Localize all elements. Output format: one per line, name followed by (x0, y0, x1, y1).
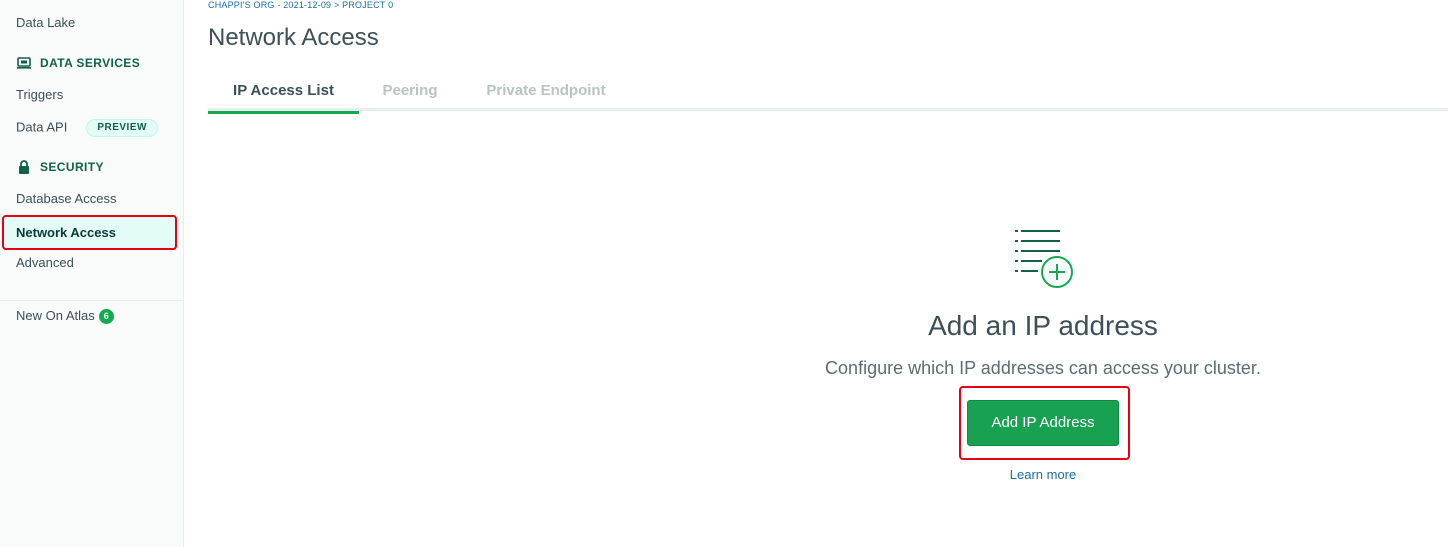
tab-bar: IP Access List Peering Private Endpoint (208, 79, 1448, 114)
lock-icon (16, 159, 32, 175)
tab-private-endpoint[interactable]: Private Endpoint (476, 79, 616, 111)
section-security: SECURITY (16, 159, 104, 175)
section-label: SECURITY (40, 160, 104, 174)
sidebar-divider (0, 300, 183, 301)
data-services-icon (16, 55, 32, 71)
add-ip-address-button[interactable]: Add IP Address (967, 400, 1119, 446)
sidebar-item-label: New On Atlas (16, 308, 95, 323)
breadcrumb[interactable]: CHAPPI'S ORG - 2021-12-09 > PROJECT 0 (208, 0, 393, 11)
section-label: DATA SERVICES (40, 56, 141, 70)
sidebar-item-data-api[interactable]: Data API PREVIEW (16, 119, 158, 137)
sidebar-item-advanced[interactable]: Advanced (16, 255, 74, 271)
section-data-services: DATA SERVICES (16, 55, 140, 71)
sidebar-item-new-on-atlas[interactable]: New On Atlas 6 (16, 308, 114, 324)
empty-state-title: Add an IP address (928, 310, 1158, 341)
sidebar-item-triggers[interactable]: Triggers (16, 87, 63, 103)
preview-badge: PREVIEW (86, 119, 158, 137)
sidebar-item-network-access[interactable]: Network Access (2, 215, 177, 250)
learn-more-link[interactable]: Learn more (993, 467, 1093, 483)
tab-peering[interactable]: Peering (371, 79, 449, 111)
list-add-icon (1012, 226, 1076, 290)
empty-state-description: Configure which IP addresses can access … (825, 358, 1261, 378)
page-title: Network Access (208, 24, 379, 51)
count-badge: 6 (98, 308, 114, 324)
sidebar-item-label: Data API (16, 119, 68, 135)
sidebar-item-data-lake[interactable]: Data Lake (16, 15, 75, 31)
sidebar-item-database-access[interactable]: Database Access (16, 191, 116, 207)
sidebar: Data Lake DATA SERVICES Triggers Data AP… (0, 0, 184, 547)
tab-ip-access-list[interactable]: IP Access List (208, 79, 359, 114)
